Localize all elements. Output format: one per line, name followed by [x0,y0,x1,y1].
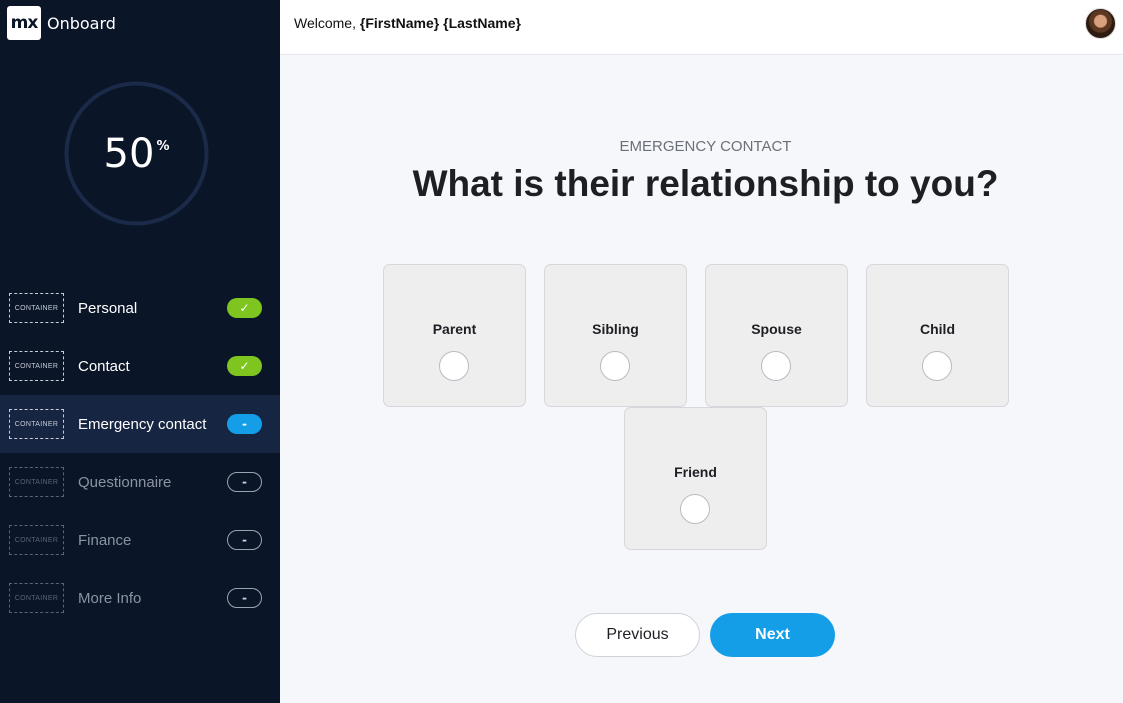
progress-unit: % [156,139,170,154]
step-personal[interactable]: CONTAINER Personal ✓ [0,279,280,337]
brand-name: Onboard [47,13,116,33]
step-emergency-contact[interactable]: CONTAINER Emergency contact - [0,395,280,453]
step-label: More Info [78,589,142,607]
option-label: Parent [432,321,477,337]
option-spouse[interactable]: Spouse [705,264,848,407]
option-label: Child [920,321,955,337]
container-placeholder: CONTAINER [9,293,64,323]
step-status-badge: - [227,472,262,492]
step-label: Questionnaire [78,473,172,491]
step-status-badge: - [227,588,262,608]
container-placeholder: CONTAINER [9,525,64,555]
question-title: What is their relationship to you? [412,163,999,204]
welcome-message: Welcome, {FirstName} {LastName} [294,15,521,31]
radio-button[interactable] [600,351,630,381]
top-header: Welcome, {FirstName} {LastName} [280,0,1123,55]
radio-button[interactable] [680,494,710,524]
sidebar: mx Onboard 50 % CONTAINER Personal ✓ CON… [0,0,280,703]
radio-button[interactable] [761,351,791,381]
mx-logo: mx [7,6,41,40]
option-label: Friend [674,464,717,480]
step-more-info[interactable]: CONTAINER More Info - [0,569,280,627]
section-eyebrow: EMERGENCY CONTACT [619,138,792,155]
step-label: Emergency contact [78,415,207,433]
brand[interactable]: mx Onboard [7,6,116,40]
container-placeholder: CONTAINER [9,351,64,381]
radio-button[interactable] [439,351,469,381]
progress-ring: 50 % [64,81,209,226]
radio-button[interactable] [922,351,952,381]
option-child[interactable]: Child [866,264,1009,407]
step-status-badge: - [227,414,262,434]
option-label: Spouse [751,321,802,337]
check-icon: ✓ [227,356,262,376]
option-friend[interactable]: Friend [624,407,767,550]
container-placeholder: CONTAINER [9,583,64,613]
container-placeholder: CONTAINER [9,409,64,439]
progress-number: 50 [103,130,155,177]
option-sibling[interactable]: Sibling [544,264,687,407]
check-icon: ✓ [227,298,262,318]
container-placeholder: CONTAINER [9,467,64,497]
step-status-badge: - [227,530,262,550]
step-list: CONTAINER Personal ✓ CONTAINER Contact ✓… [0,279,280,627]
step-label: Finance [78,531,132,549]
step-questionnaire[interactable]: CONTAINER Questionnaire - [0,453,280,511]
progress-value: 50 % [64,81,209,226]
option-parent[interactable]: Parent [383,264,526,407]
user-name: {FirstName} {LastName} [359,15,521,31]
step-label: Contact [78,357,130,375]
next-button[interactable]: Next [710,613,835,657]
step-contact[interactable]: CONTAINER Contact ✓ [0,337,280,395]
welcome-prefix: Welcome, [294,15,356,31]
option-label: Sibling [592,321,639,337]
step-label: Personal [78,299,138,317]
avatar[interactable] [1085,8,1116,39]
step-finance[interactable]: CONTAINER Finance - [0,511,280,569]
previous-button[interactable]: Previous [575,613,700,657]
